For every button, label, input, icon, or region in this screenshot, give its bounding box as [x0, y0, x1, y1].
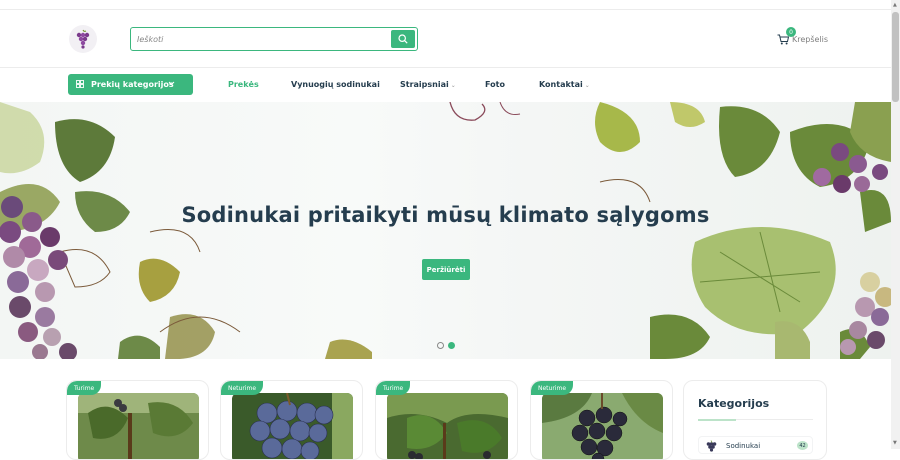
grapes-photo [542, 393, 663, 459]
product-image[interactable] [542, 393, 663, 459]
chevron-down-icon: ⌄ [584, 82, 590, 89]
hero-title: Sodinukai pritaikyti mūsų klimato sąlygo… [181, 203, 710, 227]
top-strip [0, 0, 891, 10]
nav-item-vynuogiu-sodinukai[interactable]: Vynuogių sodinukai [291, 80, 380, 89]
cart-link[interactable]: 0 Krepšelis [777, 27, 829, 45]
product-image[interactable] [232, 393, 353, 459]
nav-item-prekes[interactable]: Prekės [228, 80, 259, 89]
product-card[interactable]: Neturime [220, 380, 363, 460]
hero-banner: Sodinukai pritaikyti mūsų klimato sąlygo… [0, 102, 891, 359]
grapevine-illustration [0, 102, 891, 359]
categories-widget: Kategorijos Sodinukai 42 [683, 380, 827, 460]
nav-item-label: Foto [485, 80, 505, 89]
slider-dot-2-active[interactable] [448, 342, 455, 349]
nav-item-label: Vynuogių sodinukai [291, 80, 380, 89]
hero-view-button[interactable]: Peržiūrėti [422, 259, 470, 280]
product-image[interactable] [78, 393, 199, 459]
stock-badge: Neturime [221, 381, 264, 395]
scroll-up-arrow-icon[interactable]: ▲ [893, 2, 897, 8]
search-input[interactable] [137, 30, 387, 48]
chevron-down-icon: ⌄ [450, 82, 456, 89]
cart-label: Krepšelis [792, 35, 829, 44]
search-button[interactable] [391, 30, 415, 48]
search-icon [398, 34, 408, 44]
stock-badge: Turime [376, 381, 411, 395]
nav-item-foto[interactable]: Foto [485, 80, 505, 89]
grape-category-icon [706, 440, 717, 452]
chevron-down-icon [168, 81, 175, 86]
stock-badge: Neturime [531, 381, 574, 395]
grapes-photo [232, 393, 353, 459]
nav-item-label: Prekės [228, 80, 259, 89]
grid-icon [76, 80, 84, 88]
categories-widget-title: Kategorijos [698, 397, 770, 410]
divider-accent [698, 419, 736, 421]
site-header: 0 Krepšelis [0, 10, 891, 68]
stock-badge: Turime [67, 381, 102, 395]
cart-count-badge: 0 [786, 27, 796, 37]
nav-item-kontaktai[interactable]: Kontaktai ⌄ [539, 80, 590, 89]
product-card[interactable]: Turime [375, 380, 518, 460]
nav-item-label: Straipsniai [400, 80, 449, 89]
nav-item-straipsniai[interactable]: Straipsniai ⌄ [400, 80, 456, 89]
nav-item-label: Kontaktai [539, 80, 583, 89]
logo[interactable] [69, 25, 97, 53]
scrollbar-thumb[interactable] [892, 12, 899, 102]
main-navigation: Prekių kategorijos Prekės Vynuogių sodin… [0, 69, 891, 102]
scroll-down-arrow-icon[interactable]: ▼ [893, 440, 897, 446]
page-scrollbar[interactable]: ▲ ▼ [891, 0, 900, 449]
grapes-photo [78, 393, 199, 459]
grapes-photo [387, 393, 508, 459]
category-item-sodinukai[interactable]: Sodinukai 42 [698, 436, 813, 454]
product-image[interactable] [387, 393, 508, 459]
categories-button-label: Prekių kategorijos [91, 80, 174, 89]
product-card[interactable]: Turime [66, 380, 209, 460]
categories-button[interactable]: Prekių kategorijos [68, 74, 193, 95]
product-card[interactable]: Neturime [530, 380, 673, 460]
grape-logo-icon [76, 29, 90, 49]
search-box [130, 27, 418, 51]
slider-dot-1[interactable] [437, 342, 444, 349]
